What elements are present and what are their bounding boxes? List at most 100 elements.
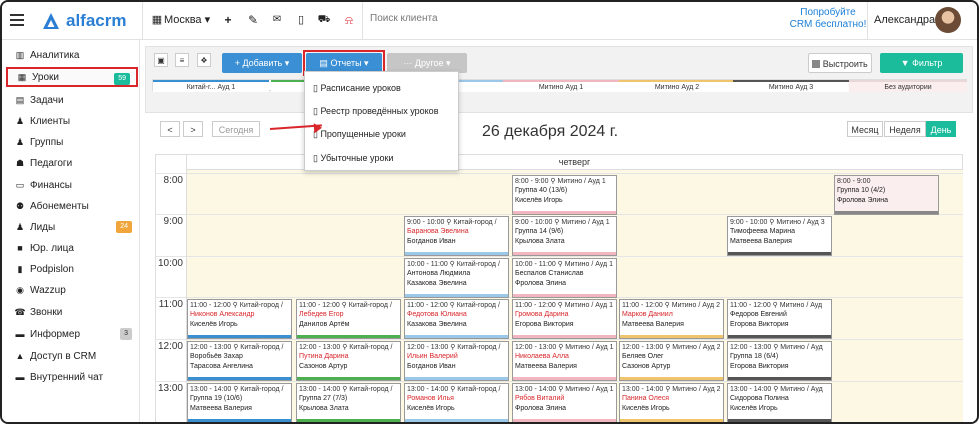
teacher-icon: ☗ <box>15 157 25 168</box>
reports-button[interactable]: ▤ Отчеты ▾ <box>306 53 382 73</box>
view-week[interactable]: Неделя <box>884 121 926 137</box>
reports-menu-item-4[interactable]: ▯ Убыточные уроки <box>313 153 393 164</box>
stack-view-icon[interactable]: ❖ <box>197 53 211 67</box>
sidebar-item-2[interactable]: ▦ Уроки 59 <box>6 67 138 87</box>
room-7[interactable]: Без аудитории <box>849 80 967 92</box>
lesson-card[interactable]: 9:00 - 10:00 ⚲ Китай-город / Баранова Эве… <box>404 216 509 256</box>
lesson-teacher: Фролова Элина <box>837 196 889 204</box>
search-input[interactable]: Поиск клиента <box>370 13 438 24</box>
lesson-card[interactable]: 13:00 - 14:00 ⚲ Митино / Ауд 2 Панина Оле… <box>619 383 724 422</box>
lesson-time: 8:00 - 9:00 ⚲ Митино / Ауд 1 <box>515 178 606 185</box>
sidebar-item-label: Педагоги <box>30 157 73 169</box>
filter-button[interactable]: ▼ Фильтр <box>880 53 963 73</box>
lesson-teacher: Егорова Виктория <box>730 320 789 328</box>
other-button[interactable]: ··· Другое ▾ <box>387 53 467 73</box>
view-day[interactable]: День <box>926 121 956 137</box>
lesson-card[interactable]: 12:00 - 13:00 ⚲ Митино / Ауд 2 Беляев Оле… <box>619 341 724 381</box>
arrange-toggle[interactable]: Выстроить <box>808 53 872 73</box>
lesson-card[interactable]: 12:00 - 13:00 ⚲ Китай-город / Воробьёв За… <box>187 341 292 381</box>
bell-icon[interactable]: ⍾ <box>340 10 358 30</box>
add-icon[interactable]: + <box>219 10 237 30</box>
lesson-card[interactable]: 12:00 - 13:00 ⚲ Китай-город / Путина Дари… <box>296 341 401 381</box>
reports-menu-item-1[interactable]: ▯ Расписание уроков <box>313 83 401 94</box>
branch-select[interactable]: Москва ▾ <box>164 13 210 26</box>
reports-menu-item-2[interactable]: ▯ Реестр проведённых уроков <box>313 106 438 117</box>
mail-icon[interactable]: ✉ <box>268 10 286 30</box>
sidebar-item-1[interactable]: ▥ Аналитика <box>6 45 138 65</box>
room-5[interactable]: Митино Ауд 2 <box>619 80 735 92</box>
avatar[interactable] <box>935 7 961 33</box>
sidebar-item-13[interactable]: ☎ Звонки <box>6 302 138 322</box>
wrench-icon[interactable]: ✎ <box>244 10 262 30</box>
sidebar-item-12[interactable]: ◉ Wazzup <box>6 280 138 300</box>
lesson-card[interactable]: 13:00 - 14:00 ⚲ Китай-город / Группа 27 (… <box>296 383 401 422</box>
lesson-card[interactable]: 13:00 - 14:00 ⚲ Китай-город / Романов Иль… <box>404 383 509 422</box>
lesson-card[interactable]: 11:00 - 12:00 ⚲ Китай-город / Никонов Але… <box>187 299 292 339</box>
cart-icon[interactable]: ⛟ <box>315 10 333 30</box>
sidebar-item-4[interactable]: ♟ Клиенты <box>6 111 138 131</box>
sidebar-item-11[interactable]: ▮ Podpislon <box>6 259 138 279</box>
user-name[interactable]: Александра <box>874 14 935 26</box>
reports-icon: ▤ <box>319 58 331 68</box>
room-1[interactable]: Китай-г... Ауд 1 <box>153 80 269 92</box>
reports-menu-item-3[interactable]: ▯ Пропущенные уроки <box>313 129 406 140</box>
lesson-teacher: Фролова Элина <box>515 404 567 412</box>
lesson-student: Громова Дарина <box>515 311 569 319</box>
room-4[interactable]: Митино Ауд 1 <box>503 80 619 92</box>
lesson-card[interactable]: 9:00 - 10:00 ⚲ Митино / Ауд 3 Тимофеева М… <box>727 216 832 256</box>
lesson-card[interactable]: 11:00 - 12:00 ⚲ Китай-город / Федотова Юл… <box>404 299 509 339</box>
lesson-student: Федоров Евгений <box>730 311 787 319</box>
promo-link[interactable]: Попробуйте CRM бесплатно! <box>788 7 868 31</box>
sidebar-item-label: Доступ в CRM <box>30 350 97 362</box>
sidebar-item-7[interactable]: ▭ Финансы <box>6 175 138 195</box>
lesson-time: 12:00 - 13:00 ⚲ Китай-город / <box>407 344 501 351</box>
lesson-card[interactable]: 8:00 - 9:00 Группа 10 (4/2) Фролова Элина <box>834 175 939 215</box>
lesson-card[interactable]: 8:00 - 9:00 ⚲ Митино / Ауд 1 Группа 40 (1… <box>512 175 617 215</box>
today-button[interactable]: Сегодня <box>212 121 260 137</box>
sidebar-item-label: Wazzup <box>30 284 66 296</box>
lesson-card[interactable]: 11:00 - 12:00 ⚲ Китай-город / Лебедев Его… <box>296 299 401 339</box>
sidebar-item-8[interactable]: ⚉ Абонементы <box>6 196 138 216</box>
sidebar-item-6[interactable]: ☗ Педагоги <box>6 153 138 173</box>
lesson-card[interactable]: 10:00 - 11:00 ⚲ Митино / Ауд 1 Беспалов С… <box>512 258 617 298</box>
lesson-card[interactable]: 11:00 - 12:00 ⚲ Митино / Ауд 2 Марков Дан… <box>619 299 724 339</box>
sidebar-item-5[interactable]: ♟ Группы <box>6 132 138 152</box>
sidebar-item-3[interactable]: ▤ Задачи <box>6 90 138 110</box>
reports-menu: ▯ Расписание уроков ▯ Реестр проведённых … <box>304 71 459 171</box>
lesson-teacher: Тарасова Ангелина <box>190 362 253 370</box>
view-month[interactable]: Месяц <box>847 121 883 137</box>
calendar-view-icon[interactable]: ▣ <box>154 53 168 67</box>
prev-button[interactable]: < <box>160 121 180 137</box>
list-view-icon[interactable]: ≡ <box>175 53 189 67</box>
sidebar-item-9[interactable]: ♟ Лиды 24 <box>6 217 138 237</box>
sidebar-item-label: Финансы <box>30 179 72 191</box>
sidebar-item-15[interactable]: ▲ Доступ в CRM <box>6 346 138 366</box>
lesson-card[interactable]: 11:00 - 12:00 ⚲ Митино / Ауд 1 Громова Да… <box>512 299 617 339</box>
room-color-bar <box>728 419 831 422</box>
lesson-teacher: Фролова Элина <box>515 279 567 287</box>
lesson-card[interactable]: 12:00 - 13:00 ⚲ Китай-город / Ильин Валер… <box>404 341 509 381</box>
chart-icon: ▥ <box>15 49 25 60</box>
lesson-card[interactable]: 11:00 - 12:00 ⚲ Митино / Ауд Федоров Евге… <box>727 299 832 339</box>
lesson-card[interactable]: 13:00 - 14:00 ⚲ Митино / Ауд 1 Рябов Вита… <box>512 383 617 422</box>
lesson-card[interactable]: 12:00 - 13:00 ⚲ Митино / Ауд Группа 18 (6… <box>727 341 832 381</box>
lesson-card[interactable]: 12:00 - 13:00 ⚲ Митино / Ауд 1 Николаева … <box>512 341 617 381</box>
sidebar-item-14[interactable]: ▬ Информер 3 <box>6 324 138 344</box>
room-color-bar <box>405 252 508 255</box>
lesson-student: Николаева Алла <box>515 353 569 361</box>
lesson-card[interactable]: 10:00 - 11:00 ⚲ Китай-город / Антонова Лю… <box>404 258 509 298</box>
sidebar-item-10[interactable]: ■ Юр. лица <box>6 238 138 258</box>
room-color-bar <box>297 419 400 422</box>
lesson-card[interactable]: 13:00 - 14:00 ⚲ Митино / Ауд Сидорова Пол… <box>727 383 832 422</box>
lesson-time: 11:00 - 12:00 ⚲ Митино / Ауд 1 <box>515 302 613 309</box>
room-6[interactable]: Митино Ауд 3 <box>733 80 849 92</box>
logo[interactable]: alfacrm <box>42 11 126 31</box>
menu-icon[interactable] <box>10 14 24 26</box>
lesson-card[interactable]: 9:00 - 10:00 ⚲ Митино / Ауд 1 Группа 14 (… <box>512 216 617 256</box>
lesson-teacher: Матвеева Валерия <box>515 362 577 370</box>
mobile-icon[interactable]: ▯ <box>292 10 310 30</box>
lesson-card[interactable]: 13:00 - 14:00 ⚲ Китай-город / Группа 19 (… <box>187 383 292 422</box>
sidebar-item-16[interactable]: ▬ Внутренний чат <box>6 367 138 387</box>
next-button[interactable]: > <box>183 121 203 137</box>
add-button[interactable]: + Добавить ▾ <box>222 53 302 73</box>
